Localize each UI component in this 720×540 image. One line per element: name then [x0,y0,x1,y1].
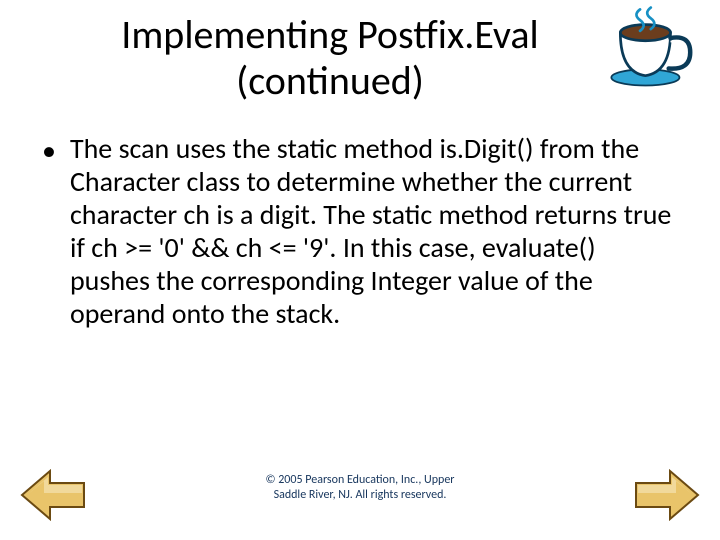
title-line-1: Implementing Postfix.Eval [121,10,538,59]
prev-arrow-icon [20,469,86,521]
title-line-2: (continued) [236,56,424,105]
bullet-marker: • [42,132,70,168]
next-arrow-icon [634,469,700,521]
body-text: The scan uses the static method is.Digit… [70,132,678,330]
footer-line-2: Saddle River, NJ. All rights reserved. [274,488,447,502]
slide-body: • The scan uses the static method is.Dig… [0,104,720,330]
next-slide-button[interactable] [634,469,700,526]
copyright-footer: © 2005 Pearson Education, Inc., Upper Sa… [0,473,720,502]
prev-slide-button[interactable] [20,469,86,526]
footer-line-1: © 2005 Pearson Education, Inc., Upper [266,473,455,487]
coffee-cup-icon [604,4,694,90]
